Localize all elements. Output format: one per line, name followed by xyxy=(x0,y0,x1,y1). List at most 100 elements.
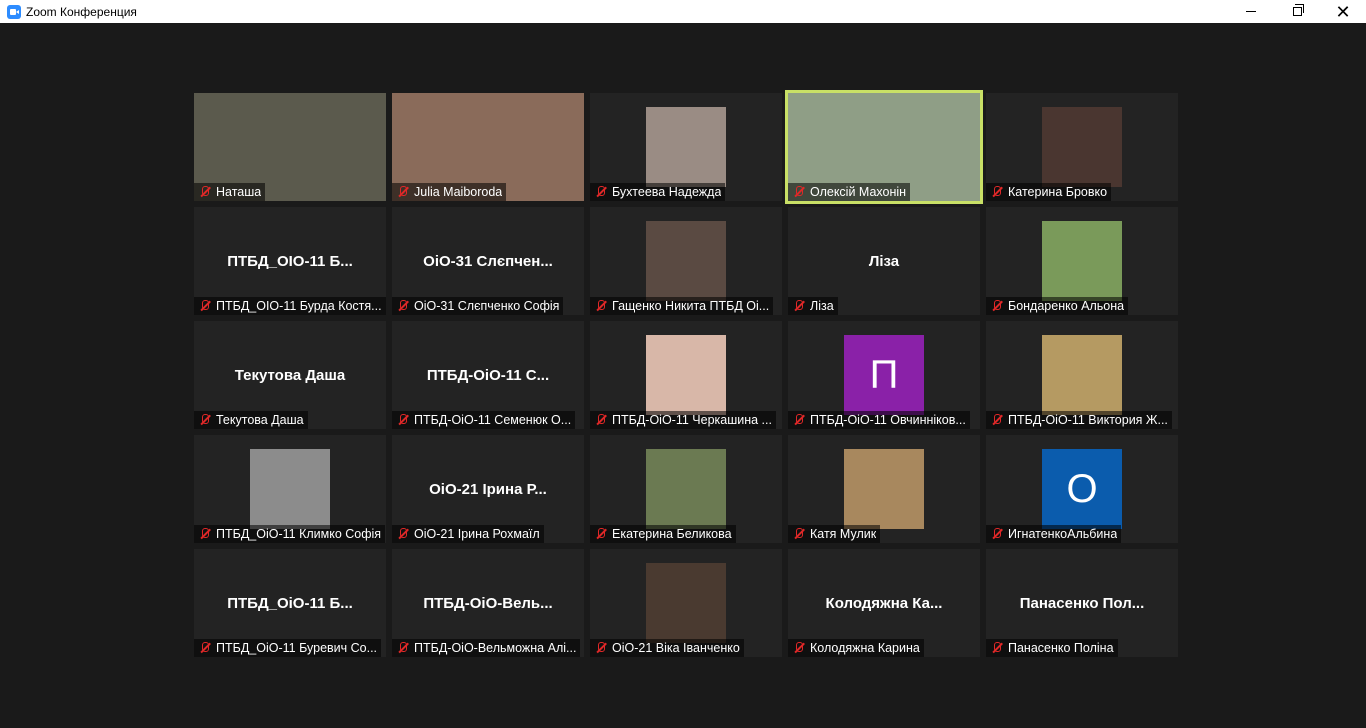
participant-video xyxy=(1042,221,1122,301)
mic-muted-icon xyxy=(792,413,806,427)
participant-name: ИгнатенкоАльбина xyxy=(1008,527,1118,541)
zoom-logo-icon xyxy=(7,4,21,19)
mic-muted-icon xyxy=(396,527,410,541)
participant-name: Колодяжна Карина xyxy=(810,641,920,655)
participant-name-label: Гащенко Никита ПТБД Оі... xyxy=(590,297,774,315)
participant-tile[interactable]: ОіО-31 Слєпчен... ОіО-31 Слєпченко Софія xyxy=(392,207,584,315)
mic-muted-icon xyxy=(990,527,1004,541)
participant-name-label: Ліза xyxy=(788,297,838,315)
participant-name-label: Екатерина Беликова xyxy=(590,525,736,543)
minimize-button[interactable] xyxy=(1228,0,1274,23)
participant-name-label: Текутова Даша xyxy=(194,411,308,429)
participant-name-label: ПТБД-ОіО-Вельможна Алі... xyxy=(392,639,581,657)
mic-muted-icon xyxy=(990,299,1004,313)
participant-name: ПТБД_ОіО-11 Климко Софія xyxy=(216,527,382,541)
participant-name: ПТБД-ОіО-11 Черкашина ... xyxy=(612,413,772,427)
participant-display-name: ПТБД_ОІО-11 Б... xyxy=(227,253,353,270)
participant-video xyxy=(250,449,330,529)
mic-muted-icon xyxy=(198,413,212,427)
participant-tile[interactable]: ПТБД-ОіО-11 Черкашина ... xyxy=(590,321,782,429)
mic-muted-icon xyxy=(198,527,212,541)
participant-video xyxy=(646,449,726,529)
mic-muted-icon xyxy=(594,413,608,427)
participant-tile[interactable]: Ліза Ліза xyxy=(788,207,980,315)
participant-name: Катерина Бровко xyxy=(1008,185,1108,199)
participant-tile[interactable]: Гащенко Никита ПТБД Оі... xyxy=(590,207,782,315)
participant-name-label: Панасенко Поліна xyxy=(986,639,1118,657)
participant-tile[interactable]: ПТБД-ОіО-Вель... ПТБД-ОіО-Вельможна Алі..… xyxy=(392,549,584,657)
participant-name-label: ПТБД-ОіО-11 Виктория Ж... xyxy=(986,411,1172,429)
participant-display-name: Колодяжна Ка... xyxy=(825,595,943,612)
participant-name-label: ПТБД_ОІО-11 Бурда Костя... xyxy=(194,297,386,315)
participant-name-label: ПТБД-ОіО-11 Черкашина ... xyxy=(590,411,776,429)
participant-name-label: ОіО-31 Слєпченко Софія xyxy=(392,297,564,315)
participant-name: Бондаренко Альона xyxy=(1008,299,1125,313)
participant-tile[interactable]: Julia Maiboroda xyxy=(392,93,584,201)
participant-tile[interactable]: Олексій Махонін xyxy=(785,90,983,204)
restore-button[interactable] xyxy=(1274,0,1320,23)
participant-tile[interactable]: О ИгнатенкоАльбина xyxy=(986,435,1178,543)
participant-name-label: ПТБД_ОіО-11 Буревич Со... xyxy=(194,639,382,657)
participant-display-name: ПТБД_ОіО-11 Б... xyxy=(227,595,353,612)
participant-tile[interactable]: Панасенко Пол... Панасенко Поліна xyxy=(986,549,1178,657)
participant-name-label: ПТБД_ОіО-11 Климко Софія xyxy=(194,525,386,543)
participant-name-label: ИгнатенкоАльбина xyxy=(986,525,1122,543)
participant-display-name: ПТБД-ОіО-Вель... xyxy=(423,595,553,612)
participant-name: ПТБД-ОіО-Вельможна Алі... xyxy=(414,641,577,655)
mic-muted-icon xyxy=(792,527,806,541)
participant-name-label: Бондаренко Альона xyxy=(986,297,1129,315)
participant-display-name: ОіО-31 Слєпчен... xyxy=(423,253,553,270)
mic-muted-icon xyxy=(990,641,1004,655)
participant-video xyxy=(1042,335,1122,415)
participant-name-label: Наташа xyxy=(194,183,266,201)
participant-name: ОіО-21 Ірина Рохмаїл xyxy=(414,527,540,541)
participant-tile[interactable]: ПТБД_ОІО-11 Б... ПТБД_ОІО-11 Бурда Костя.… xyxy=(194,207,386,315)
participant-tile[interactable]: ПТБД_ОіО-11 Б... ПТБД_ОіО-11 Буревич Со..… xyxy=(194,549,386,657)
mic-muted-icon xyxy=(396,641,410,655)
mic-muted-icon xyxy=(792,299,806,313)
gallery-view: Наташа Julia Maiboroda Бухтеева Надежда Оле… xyxy=(0,23,1366,728)
participant-name: Текутова Даша xyxy=(216,413,304,427)
mic-muted-icon xyxy=(594,641,608,655)
participant-video xyxy=(646,107,726,187)
participant-display-name: Панасенко Пол... xyxy=(1019,595,1145,612)
title-bar: Zoom Конференция ✕ xyxy=(0,0,1366,23)
participant-tile[interactable]: Катерина Бровко xyxy=(986,93,1178,201)
minimize-icon xyxy=(1246,11,1256,12)
participant-name-label: Колодяжна Карина xyxy=(788,639,924,657)
participant-tile[interactable]: Екатерина Беликова xyxy=(590,435,782,543)
restore-icon xyxy=(1292,4,1304,16)
participant-display-name: ОіО-21 Ірина Р... xyxy=(429,481,547,498)
mic-muted-icon xyxy=(396,413,410,427)
participant-name-label: ОіО-21 Ірина Рохмаїл xyxy=(392,525,544,543)
participant-tile[interactable]: Бондаренко Альона xyxy=(986,207,1178,315)
participant-name: ПТБД-ОіО-11 Семенюк О... xyxy=(414,413,572,427)
participant-tile[interactable]: Текутова Даша Текутова Даша xyxy=(194,321,386,429)
participant-avatar: П xyxy=(844,335,924,415)
participant-display-name: ПТБД-ОіО-11 С... xyxy=(426,367,550,384)
participant-tile[interactable]: П ПТБД-ОіО-11 Овчинніков... xyxy=(788,321,980,429)
participant-display-name: Ліза xyxy=(868,253,900,270)
participant-name: Катя Мулик xyxy=(810,527,877,541)
participant-video xyxy=(646,563,726,643)
participant-name-label: Бухтеева Надежда xyxy=(590,183,726,201)
participant-tile[interactable]: Бухтеева Надежда xyxy=(590,93,782,201)
participant-name: Гащенко Никита ПТБД Оі... xyxy=(612,299,770,313)
mic-muted-icon xyxy=(198,185,212,199)
participant-tile[interactable]: ОіО-21 Віка Іванченко xyxy=(590,549,782,657)
participant-tile[interactable]: ПТБД-ОіО-11 С... ПТБД-ОіО-11 Семенюк О... xyxy=(392,321,584,429)
mic-muted-icon xyxy=(792,641,806,655)
participant-tile[interactable]: ПТБД_ОіО-11 Климко Софія xyxy=(194,435,386,543)
mic-muted-icon xyxy=(198,641,212,655)
participant-video xyxy=(646,335,726,415)
participant-tile[interactable]: Наташа xyxy=(194,93,386,201)
participant-name-label: Julia Maiboroda xyxy=(392,183,507,201)
participant-tile[interactable]: ПТБД-ОіО-11 Виктория Ж... xyxy=(986,321,1178,429)
close-button[interactable]: ✕ xyxy=(1320,0,1366,23)
participant-tile[interactable]: ОіО-21 Ірина Р... ОіО-21 Ірина Рохмаїл xyxy=(392,435,584,543)
participant-tile[interactable]: Колодяжна Ка... Колодяжна Карина xyxy=(788,549,980,657)
participant-name: Бухтеева Надежда xyxy=(612,185,722,199)
participant-tile[interactable]: Катя Мулик xyxy=(788,435,980,543)
participant-name-label: ПТБД-ОіО-11 Овчинніков... xyxy=(788,411,970,429)
participant-name-label: Катя Мулик xyxy=(788,525,881,543)
